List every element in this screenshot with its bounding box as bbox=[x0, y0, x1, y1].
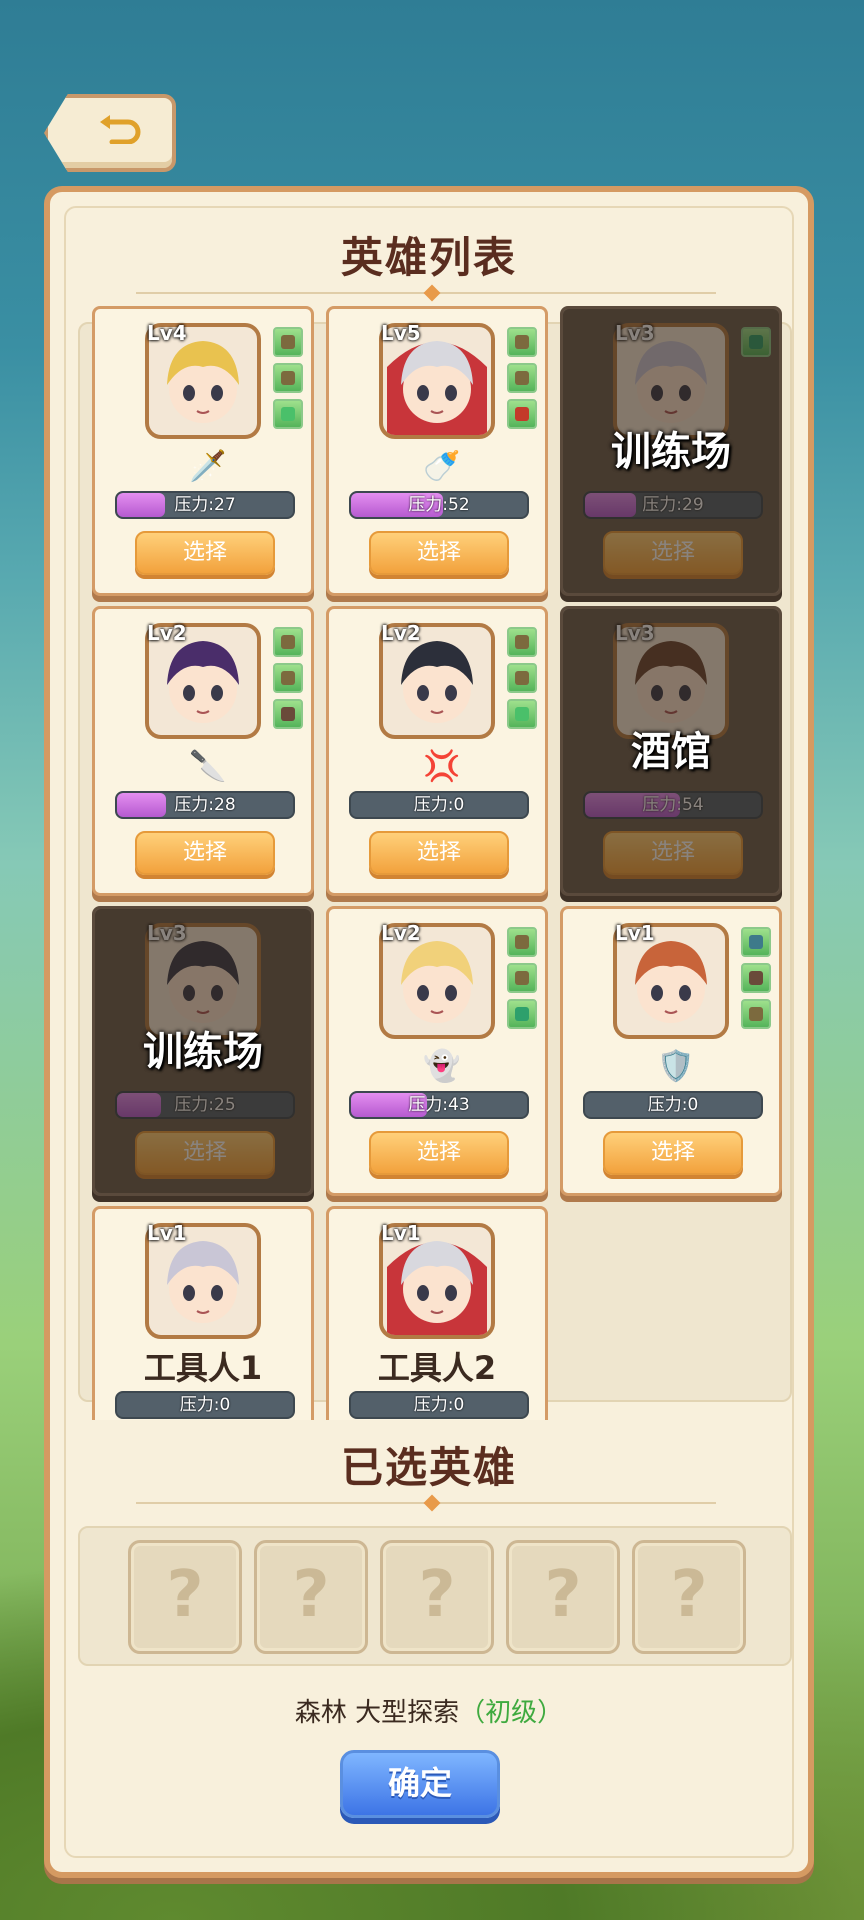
trait-icon: 🛡️ bbox=[657, 1049, 695, 1084]
bag-icon bbox=[507, 363, 537, 393]
hero-grid[interactable]: Lv4 🗡️ 压力:27 选择 Lv5 🍼 压力:52 选择 Lv3压力:29选择训练场 Lv2 🔪… bbox=[92, 306, 792, 1420]
stress-bar: 压力:0 bbox=[349, 1391, 529, 1419]
helmet-icon bbox=[741, 927, 771, 957]
armor-icon bbox=[273, 699, 303, 729]
selected-heroes-title: 已选英雄 bbox=[340, 1443, 517, 1492]
equipment-slots bbox=[273, 627, 303, 735]
stress-bar: 压力:0 bbox=[583, 1091, 763, 1119]
hero-card[interactable]: Lv2 👻 压力:43 选择 bbox=[326, 906, 548, 1196]
select-hero-button[interactable]: 选择 bbox=[135, 531, 275, 575]
hero-slot-4[interactable]: ? bbox=[506, 1540, 620, 1654]
hero-name: 工具人1 bbox=[143, 1349, 263, 1387]
bag-icon bbox=[507, 927, 537, 957]
stress-bar: 压力:52 bbox=[349, 491, 529, 519]
bag-icon bbox=[741, 999, 771, 1029]
stress-bar: 压力:0 bbox=[115, 1391, 295, 1419]
back-button[interactable] bbox=[44, 94, 176, 172]
equipment-slots bbox=[507, 627, 537, 735]
hero-level: Lv5 bbox=[381, 321, 421, 345]
axe-icon bbox=[507, 399, 537, 429]
trait-icon: 💢 bbox=[423, 749, 461, 784]
stress-bar: 压力:43 bbox=[349, 1091, 529, 1119]
select-hero-button[interactable]: 选择 bbox=[369, 531, 509, 575]
hero-card[interactable]: Lv2 💢 压力:0 选择 bbox=[326, 606, 548, 896]
wing-icon bbox=[273, 399, 303, 429]
hero-card[interactable]: Lv2 🔪 压力:28 选择 bbox=[92, 606, 314, 896]
armor-icon bbox=[741, 963, 771, 993]
equipment-slots bbox=[507, 927, 537, 1035]
hero-slot-3[interactable]: ? bbox=[380, 1540, 494, 1654]
stress-label: 压力:0 bbox=[413, 795, 465, 815]
hero-list-title: 英雄列表 bbox=[340, 233, 517, 282]
hero-busy-location: 训练场 bbox=[143, 1029, 263, 1075]
stress-label: 压力:28 bbox=[174, 795, 236, 815]
stress-bar: 压力:27 bbox=[115, 491, 295, 519]
trait-icon: 🍼 bbox=[423, 449, 461, 484]
hero-slot-2[interactable]: ? bbox=[254, 1540, 368, 1654]
bag-icon bbox=[507, 963, 537, 993]
bag-icon bbox=[273, 327, 303, 357]
select-hero-button[interactable]: 选择 bbox=[135, 831, 275, 875]
trait-icon: 👻 bbox=[423, 1049, 461, 1084]
mission-level: （初级） bbox=[459, 1698, 564, 1728]
equipment-slots bbox=[741, 927, 771, 1035]
hero-card: Lv3压力:29选择训练场 bbox=[560, 306, 782, 596]
selected-heroes-slots: ? ? ? ? ? bbox=[78, 1526, 792, 1666]
back-arrow-icon bbox=[100, 115, 141, 144]
bag-icon bbox=[273, 663, 303, 693]
select-hero-button[interactable]: 选择 bbox=[369, 1131, 509, 1175]
hero-level: Lv1 bbox=[381, 1221, 421, 1245]
select-hero-button[interactable]: 选择 bbox=[369, 831, 509, 875]
equipment-slots bbox=[273, 327, 303, 435]
hero-busy-location: 训练场 bbox=[611, 429, 731, 475]
hero-level: Lv2 bbox=[147, 621, 187, 645]
select-hero-button[interactable]: 选择 bbox=[603, 1131, 743, 1175]
confirm-button[interactable]: 确定 bbox=[340, 1750, 500, 1818]
hero-busy-location: 酒馆 bbox=[631, 729, 711, 775]
mission-label: 森林 大型探索（初级） bbox=[50, 1692, 808, 1729]
stress-bar: 压力:28 bbox=[115, 791, 295, 819]
hero-name: 工具人2 bbox=[377, 1349, 497, 1387]
hero-card[interactable]: Lv4 🗡️ 压力:27 选择 bbox=[92, 306, 314, 596]
bag-icon bbox=[273, 363, 303, 393]
hero-level: Lv1 bbox=[147, 1221, 187, 1245]
bag-icon bbox=[507, 627, 537, 657]
stress-bar: 压力:0 bbox=[349, 791, 529, 819]
bag-icon bbox=[507, 327, 537, 357]
hero-level: Lv2 bbox=[381, 921, 421, 945]
hero-card: Lv3压力:54选择酒馆 bbox=[560, 606, 782, 896]
bag-icon bbox=[507, 663, 537, 693]
mission-name: 森林 大型探索 bbox=[294, 1698, 460, 1728]
swirl-icon bbox=[507, 999, 537, 1029]
hero-card[interactable]: Lv1 🛡️ 压力:0 选择 bbox=[560, 906, 782, 1196]
trait-icon: 🗡️ bbox=[189, 449, 227, 484]
stress-label: 压力:52 bbox=[408, 495, 470, 515]
hero-selection-panel: 英雄列表 Lv4 🗡️ 压力:27 选择 Lv5 🍼 压力:52 选择 Lv3压力:29选择训练… bbox=[44, 186, 814, 1878]
hero-slot-1[interactable]: ? bbox=[128, 1540, 242, 1654]
trait-icon: 🔪 bbox=[189, 749, 227, 784]
hero-card[interactable]: Lv5 🍼 压力:52 选择 bbox=[326, 306, 548, 596]
hero-slot-5[interactable]: ? bbox=[632, 1540, 746, 1654]
stress-label: 压力:0 bbox=[413, 1395, 465, 1415]
stress-label: 压力:27 bbox=[174, 495, 236, 515]
hero-card[interactable]: Lv1工具人1压力:0选择 bbox=[92, 1206, 314, 1420]
equipment-slots bbox=[507, 327, 537, 435]
hero-level: Lv4 bbox=[147, 321, 187, 345]
stress-label: 压力:43 bbox=[408, 1095, 470, 1115]
stress-label: 压力:0 bbox=[179, 1395, 231, 1415]
hero-level: Lv1 bbox=[615, 921, 655, 945]
wing-icon bbox=[507, 699, 537, 729]
stress-label: 压力:0 bbox=[647, 1095, 699, 1115]
hero-card: Lv3压力:25选择训练场 bbox=[92, 906, 314, 1196]
hero-card[interactable]: Lv1工具人2压力:0选择 bbox=[326, 1206, 548, 1420]
hero-level: Lv2 bbox=[381, 621, 421, 645]
bag-icon bbox=[273, 627, 303, 657]
